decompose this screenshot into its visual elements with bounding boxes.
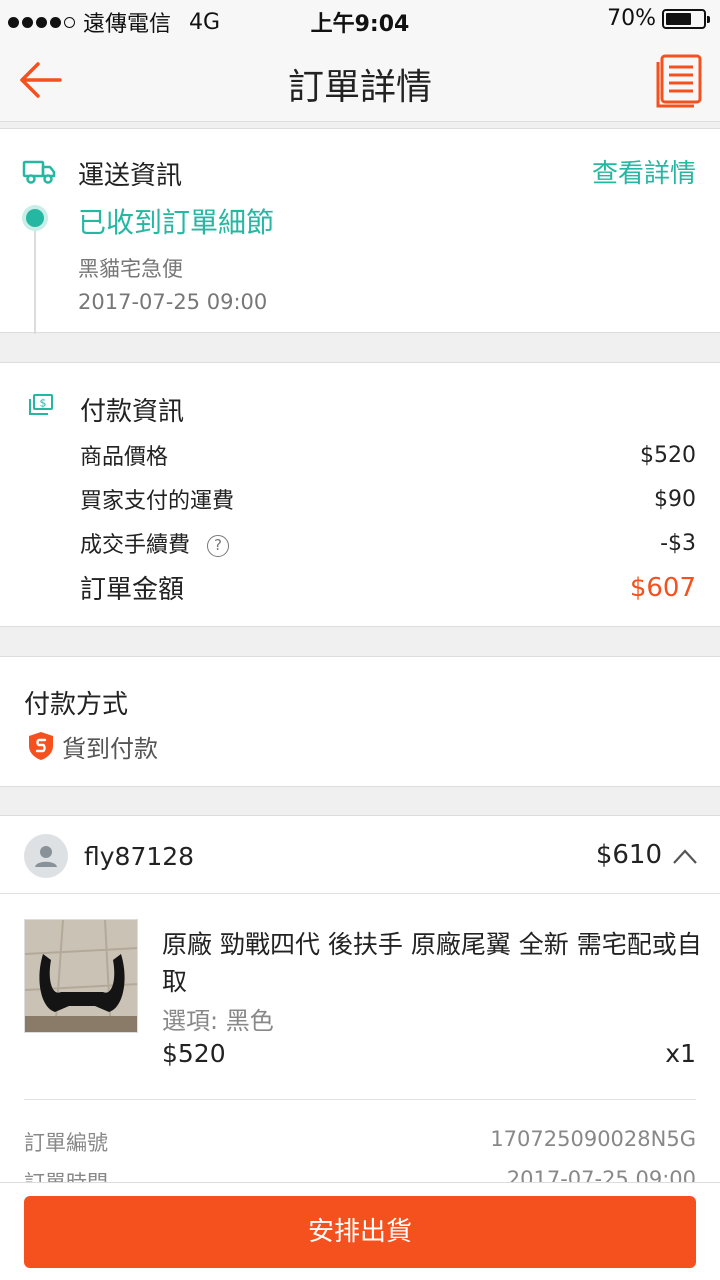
- page-title: 訂單詳情: [287, 67, 432, 108]
- order-detail-screen: 遠傳電信 4G 上午9:04 70% 訂單詳情 運送資訊 查看詳情 已收到訂單細…: [0, 0, 720, 1280]
- shield-icon: [29, 732, 53, 760]
- product-price: $520: [162, 1039, 226, 1068]
- price-value: $520: [640, 442, 696, 468]
- product-variant: 選項: 黑色: [162, 1007, 274, 1035]
- user-icon: [35, 846, 57, 867]
- shipping-fee-value: $90: [654, 486, 696, 512]
- svg-text:$: $: [40, 397, 47, 410]
- document-list-icon: [656, 54, 702, 108]
- truck-icon: [22, 160, 56, 184]
- transaction-fee-row: 成交手續費 ? -$3: [80, 527, 696, 559]
- payment-method-heading: 付款方式: [24, 690, 129, 720]
- bottom-action-bar: 安排出貨: [0, 1182, 720, 1280]
- order-total-value: $607: [629, 572, 696, 603]
- status-bar: 遠傳電信 4G 上午9:04 70%: [0, 0, 720, 40]
- product-name[interactable]: 原廠 勁戰四代 後扶手 原廠尾翼 全新 需宅配或自取: [162, 926, 702, 1000]
- seller-total: $610: [595, 840, 662, 870]
- payment-info-heading: 付款資訊: [80, 397, 185, 427]
- payment-info-card: $ 付款資訊 商品價格 $520 買家支付的運費 $90 成交手續費 ? -$3…: [0, 362, 720, 627]
- shipping-fee-label: 買家支付的運費: [80, 489, 235, 514]
- timeline-line: [34, 219, 36, 334]
- status-bar-right: 70%: [607, 6, 710, 31]
- order-number-label: 訂單編號: [24, 1131, 108, 1155]
- arrange-shipment-button[interactable]: 安排出貨: [24, 1196, 696, 1268]
- product-thumbnail[interactable]: [24, 919, 138, 1033]
- product-quantity: x1: [665, 1039, 696, 1068]
- order-total-label: 訂單金額: [80, 575, 185, 605]
- view-details-link[interactable]: 查看詳情: [592, 153, 696, 190]
- product-image: [25, 920, 137, 1032]
- payment-method-value: 貨到付款: [62, 735, 158, 763]
- seller-username[interactable]: fly87128: [84, 842, 194, 871]
- transaction-fee-label: 成交手續費: [80, 533, 191, 558]
- battery-icon: [662, 8, 710, 29]
- nav-bar: 訂單詳情: [0, 40, 720, 122]
- seller-avatar[interactable]: [24, 834, 68, 878]
- transaction-fee-value: -$3: [660, 530, 696, 556]
- price-row: 商品價格 $520: [80, 439, 696, 471]
- help-icon[interactable]: ?: [207, 535, 230, 557]
- divider: [24, 1099, 696, 1100]
- chevron-up-icon[interactable]: [672, 846, 698, 866]
- order-total-row: 訂單金額 $607: [80, 569, 696, 606]
- order-number-row: 訂單編號 170725090028N5G: [24, 1127, 696, 1157]
- shipping-datetime: 2017-07-25 09:00: [78, 290, 268, 314]
- order-card: fly87128 $610 原廠 勁戰四代 後扶手 原廠尾翼 全新 需宅配或自取…: [0, 815, 720, 1195]
- shipping-info-card: 運送資訊 查看詳情 已收到訂單細節 黑貓宅急便 2017-07-25 09:00: [0, 128, 720, 334]
- shipping-fee-row: 買家支付的運費 $90: [80, 483, 696, 515]
- shipping-status: 已收到訂單細節: [78, 206, 275, 239]
- shipping-heading: 運送資訊: [78, 161, 183, 191]
- battery-percent: 70%: [607, 6, 656, 31]
- price-label: 商品價格: [80, 445, 169, 470]
- divider: [0, 893, 720, 894]
- timeline-dot: [26, 209, 44, 227]
- money-icon: $: [29, 394, 53, 415]
- payment-method-card: 付款方式 貨到付款: [0, 656, 720, 787]
- order-number-value: 170725090028N5G: [490, 1127, 696, 1151]
- order-document-button[interactable]: [654, 54, 704, 108]
- shipping-carrier: 黑貓宅急便: [78, 257, 183, 281]
